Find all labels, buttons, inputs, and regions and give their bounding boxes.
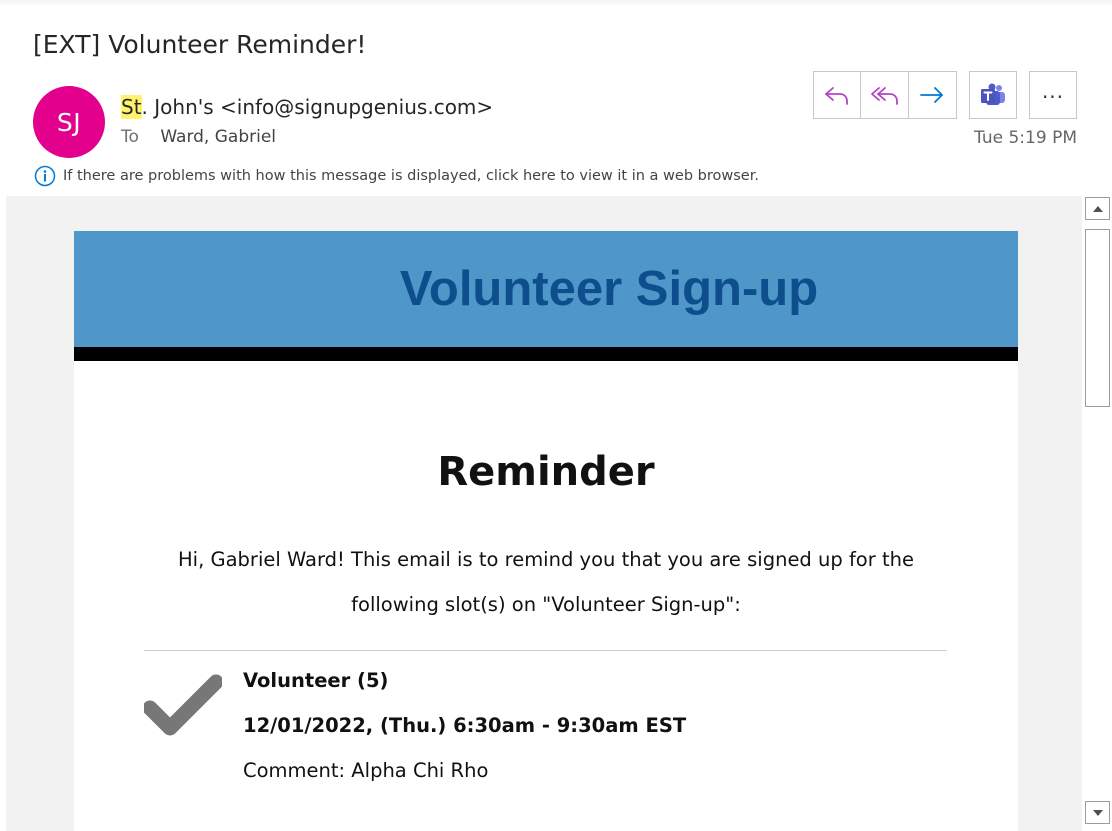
to-label: To bbox=[121, 127, 139, 147]
scroll-down-icon bbox=[1092, 809, 1103, 816]
info-icon bbox=[34, 165, 56, 187]
message-subject: [EXT] Volunteer Reminder! bbox=[33, 30, 367, 59]
email-content: Volunteer Sign-up Reminder Hi, Gabriel W… bbox=[74, 231, 1018, 831]
banner-title: Volunteer Sign-up bbox=[399, 262, 819, 316]
more-options-button[interactable]: ... bbox=[1029, 71, 1077, 119]
sender-avatar[interactable]: SJ bbox=[33, 86, 105, 158]
reply-actions-group bbox=[813, 71, 957, 119]
teams-icon bbox=[981, 83, 1005, 105]
reply-all-button[interactable] bbox=[861, 72, 909, 118]
avatar-initials: SJ bbox=[56, 107, 82, 137]
reply-button[interactable] bbox=[814, 72, 862, 118]
message-body-viewport: Volunteer Sign-up Reminder Hi, Gabriel W… bbox=[6, 196, 1082, 831]
slot-comment: Comment: Alpha Chi Rho bbox=[243, 759, 489, 782]
more-options-icon: ... bbox=[1041, 79, 1065, 103]
scrollbar-thumb[interactable] bbox=[1085, 229, 1110, 407]
scroll-up-button[interactable] bbox=[1085, 197, 1110, 220]
banner-divider-bar bbox=[74, 347, 1018, 361]
reply-all-icon bbox=[870, 87, 898, 105]
forward-button[interactable] bbox=[909, 72, 956, 118]
vertical-scrollbar[interactable] bbox=[1084, 196, 1112, 831]
sender-highlight: St bbox=[121, 95, 142, 119]
forward-icon bbox=[920, 87, 944, 103]
slot-datetime: 12/01/2022, (Thu.) 6:30am - 9:30am EST bbox=[243, 714, 687, 737]
scroll-down-button[interactable] bbox=[1085, 801, 1110, 824]
slot-details: Volunteer (5) 12/01/2022, (Thu.) 6:30am … bbox=[243, 668, 686, 803]
reply-icon bbox=[825, 87, 849, 105]
window-top-strip bbox=[0, 0, 1112, 6]
content-divider bbox=[144, 650, 947, 651]
sender-address[interactable]: St. John's <info@signupgenius.com> bbox=[121, 95, 493, 119]
info-bar[interactable]: If there are problems with how this mess… bbox=[34, 165, 759, 187]
slot-name: Volunteer (5) bbox=[243, 669, 389, 692]
scroll-up-icon bbox=[1092, 205, 1103, 212]
message-timestamp: Tue 5:19 PM bbox=[974, 128, 1077, 148]
intro-line-1: Hi, Gabriel Ward! This email is to remin… bbox=[178, 548, 914, 571]
checkmark-icon bbox=[144, 674, 222, 736]
recipient-name[interactable]: Ward, Gabriel bbox=[160, 127, 276, 147]
reminder-intro: Hi, Gabriel Ward! This email is to remin… bbox=[144, 537, 948, 627]
reminder-heading: Reminder bbox=[437, 449, 655, 495]
intro-line-2: following slot(s) on "Volunteer Sign-up"… bbox=[351, 593, 741, 616]
info-bar-text: If there are problems with how this mess… bbox=[63, 168, 759, 184]
sender-name-rest: . John's <info@signupgenius.com> bbox=[141, 95, 494, 119]
teams-button[interactable] bbox=[969, 71, 1017, 119]
recipient-row: To Ward, Gabriel bbox=[121, 127, 276, 147]
